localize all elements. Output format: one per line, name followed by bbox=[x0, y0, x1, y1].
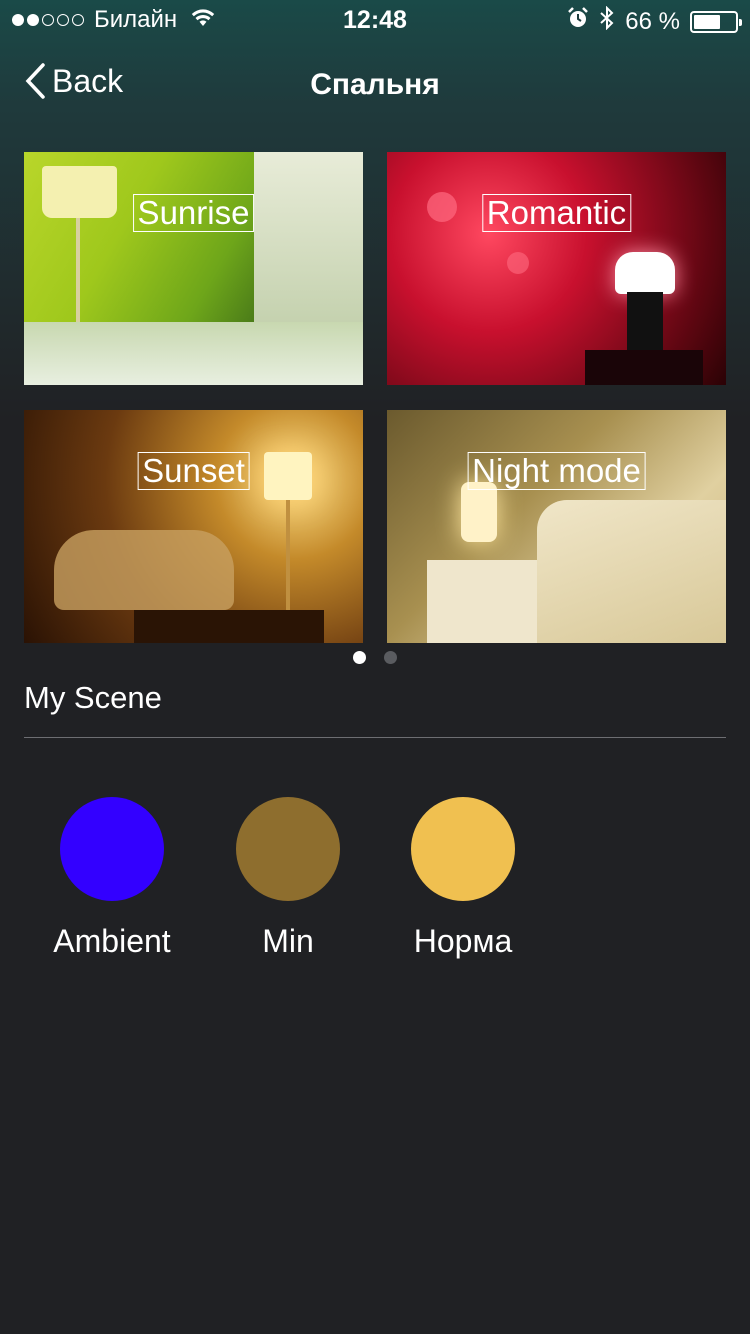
bulb-image bbox=[615, 252, 675, 294]
page-indicator bbox=[0, 651, 750, 664]
my-scene-min[interactable]: Min bbox=[213, 797, 363, 960]
status-bar: Билайн 12:48 66 % bbox=[0, 0, 750, 40]
battery-icon bbox=[690, 10, 742, 33]
page-title: Спальня bbox=[310, 68, 440, 101]
page-dot-active[interactable] bbox=[353, 651, 366, 664]
base-image bbox=[585, 350, 703, 385]
bed-image bbox=[24, 322, 363, 385]
bed-image bbox=[537, 500, 726, 643]
lamp-stand-image bbox=[286, 500, 290, 610]
nightstand-image bbox=[427, 560, 547, 643]
scene-label: Ambient bbox=[53, 923, 171, 959]
scene-tile-romantic[interactable]: Romantic bbox=[387, 152, 726, 385]
status-right: 66 % bbox=[567, 5, 742, 37]
navigation-bar: Back Спальня bbox=[0, 50, 750, 120]
night-lamp-image bbox=[461, 482, 497, 542]
divider bbox=[24, 737, 726, 738]
table-image bbox=[134, 610, 324, 643]
tile-label: Romantic bbox=[481, 194, 632, 232]
battery-percent: 66 % bbox=[625, 7, 680, 35]
scene-color-swatch[interactable] bbox=[411, 797, 515, 901]
bluetooth-icon bbox=[599, 5, 615, 37]
scene-label: Min bbox=[262, 923, 314, 959]
scene-color-swatch[interactable] bbox=[60, 797, 164, 901]
my-scene-ambient[interactable]: Ambient bbox=[37, 797, 187, 960]
bokeh-image bbox=[507, 252, 529, 274]
alarm-icon bbox=[567, 7, 589, 36]
bulb-socket-image bbox=[627, 292, 663, 354]
tile-label: Night mode bbox=[467, 452, 646, 490]
tile-label: Sunset bbox=[137, 452, 250, 490]
lamp-shade-image bbox=[264, 452, 312, 500]
section-title: My Scene bbox=[24, 680, 162, 715]
lamp-stand-image bbox=[76, 218, 80, 328]
my-scene-norma[interactable]: Норма bbox=[388, 797, 538, 960]
scene-tile-night-mode[interactable]: Night mode bbox=[387, 410, 726, 643]
lamp-shade-image bbox=[42, 166, 117, 218]
scene-label: Норма bbox=[413, 923, 513, 959]
page-dot[interactable] bbox=[384, 651, 397, 664]
scene-tile-sunrise[interactable]: Sunrise bbox=[24, 152, 363, 385]
tile-label: Sunrise bbox=[132, 194, 255, 232]
scene-tile-sunset[interactable]: Sunset bbox=[24, 410, 363, 643]
bokeh-image bbox=[427, 192, 457, 222]
sofa-image bbox=[54, 530, 234, 610]
scene-color-swatch[interactable] bbox=[236, 797, 340, 901]
